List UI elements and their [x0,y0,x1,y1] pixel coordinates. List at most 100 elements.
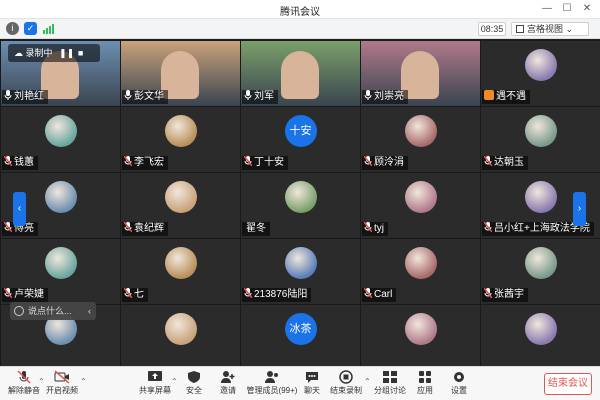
end-record-label: 结束录制 [330,386,362,395]
avatar [524,181,557,213]
participant-name-tag: 刘艳红 [2,90,48,104]
participant-name: Carl [374,289,393,300]
signal-icon[interactable] [42,22,55,35]
next-page-button[interactable]: › [573,192,586,226]
emoji-icon [14,306,24,316]
participant-tile[interactable]: 钱蕙 [1,107,120,172]
avatar [404,181,437,213]
quick-chat-placeholder: 说点什么... [28,306,72,316]
participant-tile[interactable] [481,305,600,370]
window-title: 腾讯会议 [280,7,320,18]
participant-name: 达朝玉 [494,157,524,168]
avatar [404,313,437,345]
avatar: 十安 [284,115,317,147]
participant-name: 213876陆阳 [254,289,308,300]
video-options-caret[interactable]: ⌃ [80,377,87,386]
minimize-icon[interactable]: — [540,2,554,16]
participant-name: 刘军 [254,91,274,102]
participant-tile[interactable]: 冰茶 [241,305,360,370]
participant-name-tag: 七 [122,287,148,302]
record-icon [339,370,353,384]
cloud-record-icon: ☁ [14,48,23,58]
end-meeting-button[interactable]: 结束会议 [544,373,592,395]
avatar [164,313,197,345]
collapse-chat-icon[interactable]: ‹ [88,302,91,320]
participant-name-tag: 翟冬 [242,222,270,236]
mic-muted-icon [483,221,493,233]
pause-record-icon[interactable]: ❚❚ [59,44,74,62]
participant-tile[interactable]: 七 [121,239,240,304]
mic-muted-icon [123,287,133,299]
participant-tile[interactable]: 遇不遇 [481,41,600,106]
mic-muted-icon [483,155,493,167]
participant-tile[interactable]: 李飞宏 [121,107,240,172]
mic-muted-icon [243,155,253,167]
start-video-button[interactable]: 开启视频 [40,369,84,399]
invite-button[interactable]: 邀请 [206,369,250,399]
mic-muted-icon [483,287,493,299]
recording-indicator[interactable]: ☁ 录制中 ❚❚ ■ [8,44,100,62]
participant-tile[interactable]: 十安 丁十安 [241,107,360,172]
participant-tile[interactable]: tyj [361,173,480,238]
mic-muted-icon [363,287,373,299]
gear-icon [454,372,464,382]
participant-tile[interactable]: Carl [361,239,480,304]
quick-chat-input[interactable]: 说点什么... ‹ [10,302,96,320]
start-video-label: 开启视频 [46,386,78,395]
share-screen-icon [148,371,162,381]
participant-tile[interactable]: 卢荣婕 [1,239,120,304]
participant-name: 李飞宏 [134,157,164,168]
participant-name: 遇不遇 [496,91,526,102]
participant-tile[interactable]: 刘军 [241,41,360,106]
participant-name: 顾泠涓 [374,157,404,168]
participant-tile[interactable]: 翟冬 [241,173,360,238]
invite-label: 邀请 [220,386,236,395]
avatar [164,181,197,213]
mic-muted-icon [17,370,31,384]
chevron-left-icon: ‹ [17,203,22,214]
participant-tile[interactable]: 顾泠涓 [361,107,480,172]
mic-on-icon [124,90,132,100]
camera-off-icon [54,370,70,384]
avatar [44,115,77,147]
mic-muted-icon [3,221,13,233]
participant-name: 翟冬 [246,223,266,234]
mic-muted-icon [363,155,373,167]
shield-icon[interactable]: ✓ [24,22,37,35]
view-mode-button[interactable]: 宫格视图 ⌄ [511,22,589,36]
mic-muted-icon [3,287,13,299]
avatar [524,313,557,345]
chevron-down-icon: ⌄ [565,24,574,34]
end-record-button[interactable]: 结束录制 [324,369,368,399]
mic-on-icon [244,90,252,100]
participant-name-tag: 刘军 [242,90,278,104]
prev-page-button[interactable]: ‹ [13,192,26,226]
meeting-info-bar: i ✓ 08:35 宫格视图 ⌄ [0,19,600,39]
maximize-icon[interactable]: ☐ [560,2,574,16]
settings-button[interactable]: 设置 [437,369,481,399]
participant-tile[interactable] [361,305,480,370]
shield-icon [188,371,200,383]
title-bar: 腾讯会议 — ☐ ✕ [0,0,600,19]
view-mode-label: 宫格视图 [527,24,564,34]
stop-record-icon[interactable]: ■ [76,44,86,62]
close-icon[interactable]: ✕ [580,2,594,16]
avatar [404,115,437,147]
mic-muted-icon [3,155,13,167]
participant-tile[interactable]: 袁纪辉 [121,173,240,238]
participant-tile[interactable] [121,305,240,370]
participant-name: 钱蕙 [14,157,34,168]
participant-tile[interactable]: 彭文华 [121,41,240,106]
participant-tile[interactable]: 刘崇亮 [361,41,480,106]
participant-tile[interactable]: 张茜宇 [481,239,600,304]
bottom-toolbar: 解除静音 ⌃ 开启视频 ⌃ 共享屏幕 ⌃ 安全 邀请 管理成员(99+) 聊天 [0,366,600,400]
info-icon[interactable]: i [6,22,19,35]
participant-tile[interactable]: 达朝玉 [481,107,600,172]
avatar [44,181,77,213]
participant-tile[interactable]: 213876陆阳 [241,239,360,304]
participant-name-tag: 213876陆阳 [242,287,312,302]
participant-name: 袁纪辉 [134,223,164,234]
mic-on-icon [364,90,372,100]
participant-name-tag: 彭文华 [122,90,168,104]
mic-muted-icon [123,221,133,233]
